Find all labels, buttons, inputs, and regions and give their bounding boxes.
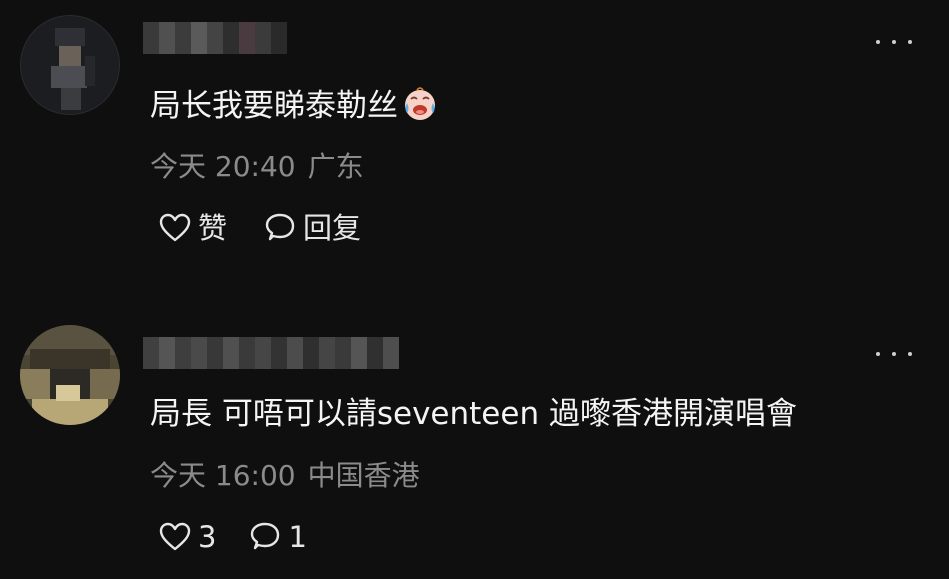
timestamp: 今天 20:40 — [150, 150, 296, 183]
comment-meta: 今天 20:40 广东 — [150, 150, 364, 184]
avatar[interactable] — [20, 325, 120, 425]
comment-text-content: 局长我要睇泰勒丝 — [150, 88, 398, 124]
dot-icon — [908, 352, 912, 356]
location: 中国香港 — [307, 459, 420, 492]
more-options-button[interactable] — [876, 346, 912, 362]
avatar[interactable] — [20, 15, 120, 115]
comment-item: 局长我要睇泰勒丝 今天 20:40 广东 赞 回复 — [0, 0, 949, 290]
like-button[interactable]: 3 — [158, 519, 216, 555]
like-count: 3 — [198, 520, 217, 554]
dot-icon — [876, 40, 880, 44]
reply-button[interactable]: 回复 — [263, 210, 361, 246]
comment-item: 局長 可唔可以請seventeen 過嚟香港開演唱會 今天 16:00 中国香港 … — [0, 312, 949, 579]
reply-label: 回复 — [303, 211, 362, 245]
heart-icon — [159, 213, 191, 242]
location: 广东 — [307, 150, 364, 183]
username-blurred[interactable] — [143, 22, 287, 54]
comment-text: 局長 可唔可以請seventeen 過嚟香港開演唱會 — [150, 396, 797, 432]
dot-icon — [892, 40, 896, 44]
dot-icon — [876, 352, 880, 356]
comment-actions: 赞 回复 — [158, 210, 361, 246]
more-options-button[interactable] — [876, 34, 912, 50]
comment-text: 局长我要睇泰勒丝 — [150, 84, 440, 126]
dot-icon — [908, 40, 912, 44]
comment-actions: 3 1 — [158, 519, 307, 555]
like-label: 赞 — [198, 211, 228, 245]
reply-count: 1 — [288, 520, 307, 554]
dot-icon — [892, 352, 896, 356]
timestamp: 今天 16:00 — [150, 459, 296, 492]
heart-icon — [159, 522, 191, 551]
loudly-crying-face-icon — [405, 87, 435, 120]
comment-meta: 今天 16:00 中国香港 — [150, 459, 420, 493]
reply-button[interactable]: 1 — [248, 519, 307, 555]
comment-bubble-icon — [251, 522, 280, 550]
comment-bubble-icon — [265, 213, 295, 241]
username-blurred[interactable] — [143, 337, 399, 369]
like-button[interactable]: 赞 — [158, 210, 227, 246]
